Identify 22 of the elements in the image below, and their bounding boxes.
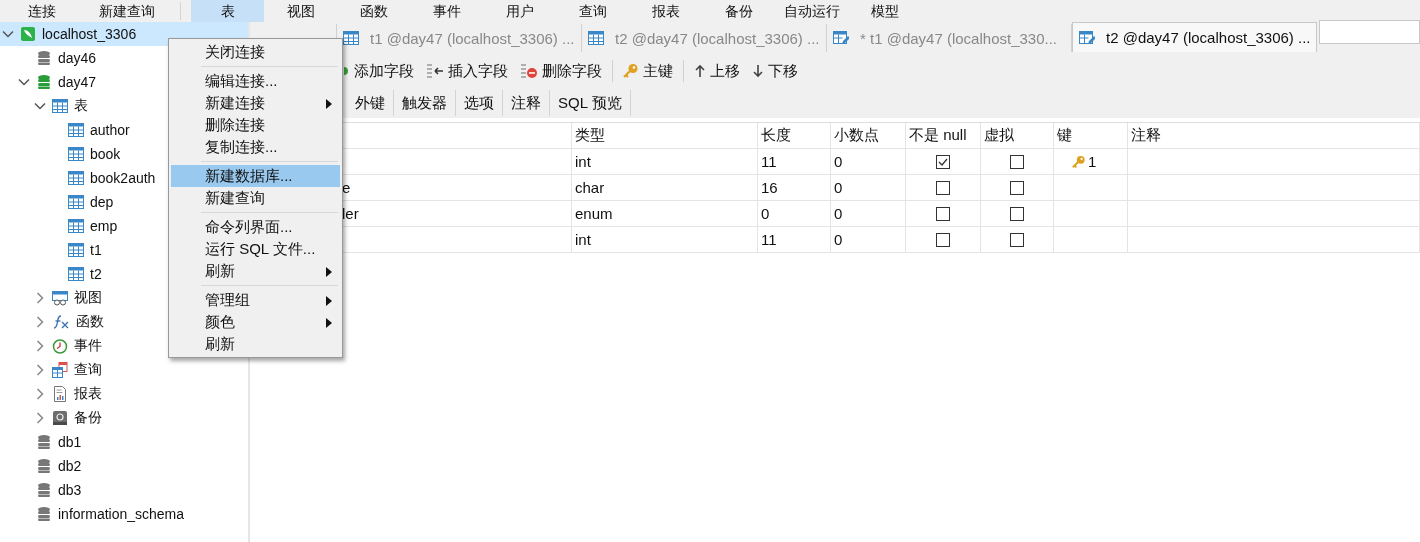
- column-header: 不是 null: [906, 123, 981, 148]
- column-header: 注释: [1128, 123, 1420, 148]
- column-header: 键: [1054, 123, 1128, 148]
- table-cell: 16: [761, 179, 778, 196]
- table-cell: e: [342, 179, 351, 196]
- table-cell: 0: [834, 153, 843, 170]
- table-cell: 0: [761, 205, 770, 222]
- table-cell: int: [575, 231, 591, 248]
- column-header: 类型: [572, 123, 758, 148]
- column-header: 小数点: [831, 123, 906, 148]
- table-cell: 11: [761, 231, 777, 248]
- table-cell: 0: [834, 179, 843, 196]
- table-cell: char: [575, 179, 605, 196]
- table-cell: 11: [761, 153, 777, 170]
- table-cell: enum: [575, 205, 613, 222]
- table-cell: 0: [834, 205, 843, 222]
- table-cell: ler: [342, 205, 359, 222]
- column-header: 虚拟: [981, 123, 1054, 148]
- table-cell: 1: [1088, 153, 1097, 170]
- table-cell: int: [575, 153, 591, 170]
- table-cell: 0: [834, 231, 843, 248]
- column-header: 长度: [758, 123, 831, 148]
